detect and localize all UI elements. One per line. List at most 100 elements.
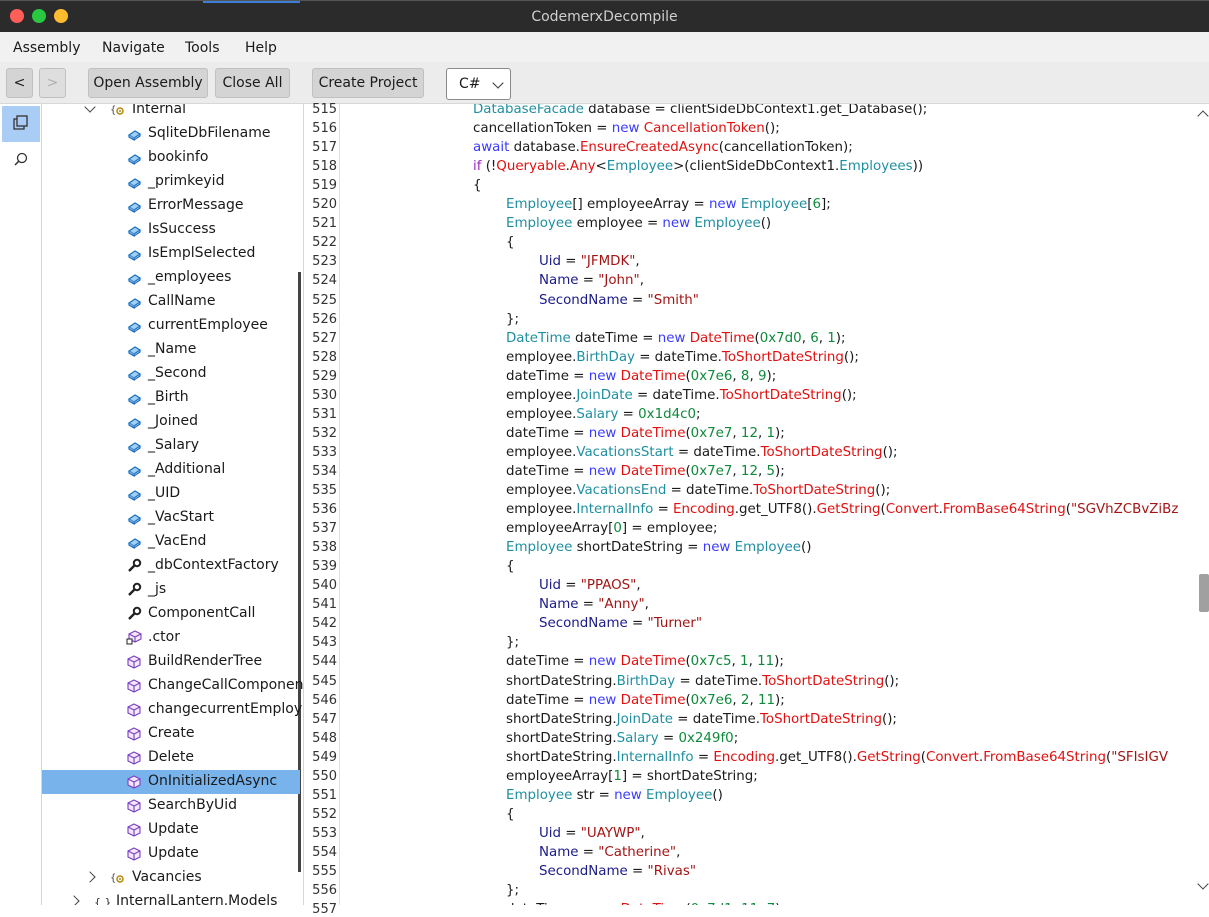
- code-line: {: [506, 235, 515, 251]
- tree-item[interactable]: CallName: [42, 290, 300, 314]
- namespace-icon: {: [110, 870, 126, 886]
- field-icon: [126, 198, 142, 214]
- close-all-button[interactable]: Close All: [215, 68, 290, 98]
- open-assembly-button[interactable]: Open Assembly: [88, 68, 208, 98]
- search-icon: [14, 152, 28, 166]
- code-scrollbar[interactable]: [1197, 104, 1209, 905]
- scroll-up-icon[interactable]: [1197, 110, 1209, 122]
- menu-help[interactable]: Help: [245, 40, 277, 56]
- chevron-right-icon[interactable]: [68, 895, 80, 905]
- tree-item[interactable]: _primkeyid: [42, 170, 300, 194]
- tree-item[interactable]: {Vacancies: [42, 866, 300, 890]
- tree-item-label: currentEmployee: [148, 317, 268, 333]
- tree-item-label: _Additional: [148, 461, 226, 477]
- code-editor[interactable]: DatabaseFacade database = clientSideDbCo…: [341, 104, 1197, 905]
- tree-item-label: SqliteDbFilename: [148, 125, 271, 141]
- chevron-right-icon[interactable]: [84, 871, 96, 883]
- tree-item[interactable]: Delete: [42, 746, 300, 770]
- code-line: };: [506, 883, 520, 899]
- tree-item[interactable]: SqliteDbFilename: [42, 122, 300, 146]
- tree-item[interactable]: _Second: [42, 362, 300, 386]
- tree-item[interactable]: _Joined: [42, 410, 300, 434]
- tree-item[interactable]: Update: [42, 818, 300, 842]
- field-icon: [126, 366, 142, 382]
- tree-item[interactable]: bookinfo: [42, 146, 300, 170]
- tree-item[interactable]: Create: [42, 722, 300, 746]
- field-icon: [126, 462, 142, 478]
- chevron-down-icon[interactable]: [84, 104, 96, 113]
- tree-item[interactable]: BuildRenderTree: [42, 650, 300, 674]
- code-line: dateTime = new DateTime(0x7e6, 2, 11);: [506, 692, 785, 708]
- language-select[interactable]: C#: [446, 68, 511, 100]
- tree-item[interactable]: OnInitializedAsync: [42, 770, 300, 794]
- tree-item[interactable]: currentEmployee: [42, 314, 300, 338]
- tree-item[interactable]: _Additional: [42, 458, 300, 482]
- activity-sidebar: [0, 104, 42, 905]
- tree-item[interactable]: { } InternalLantern.Models: [42, 890, 300, 905]
- tree-item[interactable]: ErrorMessage: [42, 194, 300, 218]
- method-icon: [126, 798, 142, 814]
- tree-item[interactable]: Update: [42, 842, 300, 866]
- tree-item[interactable]: SearchByUid: [42, 794, 300, 818]
- tree-item-label: Internal: [132, 104, 186, 117]
- line-number: 517: [312, 140, 337, 156]
- tree-item[interactable]: IsEmplSelected: [42, 242, 300, 266]
- code-line: DateTime dateTime = new DateTime(0x7d0, …: [506, 330, 846, 346]
- field-icon: [126, 510, 142, 526]
- tree-item[interactable]: IsSuccess: [42, 218, 300, 242]
- svg-text:{: {: [110, 873, 116, 884]
- code-line: dateTime = new DateTime(0x7e7, 12, 5);: [506, 463, 785, 479]
- line-number: 545: [312, 673, 337, 689]
- code-line: };: [506, 311, 520, 327]
- scroll-down-icon[interactable]: [1197, 878, 1209, 890]
- assemblies-tab[interactable]: [2, 106, 40, 142]
- line-number: 553: [312, 825, 337, 841]
- tree-item[interactable]: .ctor: [42, 626, 300, 650]
- code-line: Employee employee = new Employee(): [506, 216, 772, 232]
- code-line: };: [506, 635, 520, 651]
- tree-item[interactable]: _Birth: [42, 386, 300, 410]
- search-tab[interactable]: [2, 142, 40, 178]
- tree-item-label: _Birth: [148, 389, 189, 405]
- property-icon: [126, 558, 142, 574]
- field-icon: [126, 342, 142, 358]
- menu-tools[interactable]: Tools: [185, 40, 220, 56]
- tree-item[interactable]: _employees: [42, 266, 300, 290]
- tree-item[interactable]: ChangeCallComponent: [42, 674, 303, 698]
- tree-item[interactable]: _VacStart: [42, 506, 300, 530]
- method-icon: [126, 678, 142, 694]
- chevron-down-icon: [492, 77, 504, 89]
- tree-item[interactable]: _VacEnd: [42, 530, 300, 554]
- tree-item[interactable]: _UID: [42, 482, 300, 506]
- tree-item[interactable]: _js: [42, 578, 300, 602]
- line-number: 538: [312, 540, 337, 556]
- tree-item[interactable]: {Internal: [42, 104, 300, 122]
- tree-item[interactable]: _Name: [42, 338, 300, 362]
- line-number: 552: [312, 806, 337, 822]
- menu-bar: Assembly Navigate Tools Help: [0, 32, 1209, 62]
- assembly-tree[interactable]: {Internal SqliteDbFilename bookinfo _primke…: [42, 104, 304, 905]
- field-icon: [126, 414, 142, 430]
- code-line: shortDateString.JoinDate = dateTime.ToSh…: [506, 711, 897, 727]
- line-number: 556: [312, 883, 337, 899]
- line-number: 530: [312, 387, 337, 403]
- create-project-button[interactable]: Create Project: [312, 68, 424, 98]
- tree-item[interactable]: _dbContextFactory: [42, 554, 300, 578]
- menu-navigate[interactable]: Navigate: [102, 40, 165, 56]
- line-number: 541: [312, 597, 337, 613]
- forward-button[interactable]: >: [39, 68, 66, 98]
- method-icon: [126, 750, 142, 766]
- line-number: 540: [312, 578, 337, 594]
- tree-item[interactable]: ComponentCall: [42, 602, 300, 626]
- line-number: 523: [312, 254, 337, 270]
- line-number: 543: [312, 635, 337, 651]
- menu-assembly[interactable]: Assembly: [13, 40, 80, 56]
- scrollbar-thumb[interactable]: [1199, 574, 1209, 612]
- tree-item[interactable]: changecurrentEmployee: [42, 698, 303, 722]
- back-button[interactable]: <: [6, 68, 33, 98]
- tree-item[interactable]: _Salary: [42, 434, 300, 458]
- tree-item-label: ChangeCallComponent: [148, 677, 304, 693]
- code-line: DatabaseFacade database = clientSideDbCo…: [473, 104, 928, 117]
- code-line: SecondName = "Rivas": [539, 864, 696, 879]
- tree-item-label: Update: [148, 821, 199, 837]
